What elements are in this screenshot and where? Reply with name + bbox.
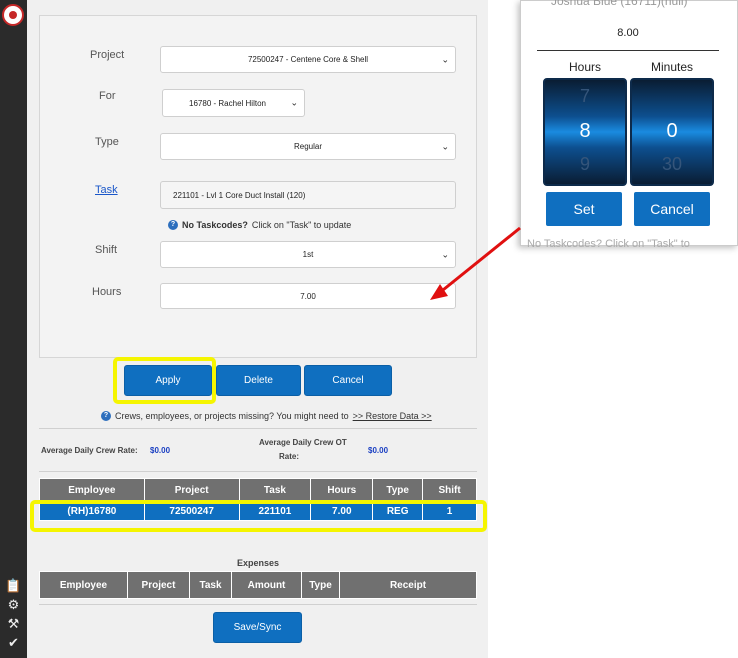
app-logo-icon[interactable] [2,4,24,26]
question-icon: ? [168,220,178,230]
picker-value: 8.00 [617,27,639,39]
restore-text: Crews, employees, or projects missing? Y… [115,411,349,421]
hours-column-title: Hours [568,60,601,74]
exp-col-type: Type [301,571,340,599]
divider [39,471,477,472]
expenses-title: Expenses [237,558,280,568]
avg-ot-rate-label-1: Average Daily Crew OT [259,438,347,447]
row-highlight [30,500,487,532]
col-hours: Hours [310,478,374,502]
no-taskcodes-text: Click on "Task" to update [251,220,352,230]
save-sync-button[interactable]: Save/Sync [213,612,302,643]
task-field[interactable]: 221101 - Lvl 1 Core Duct Install (120) [160,181,456,209]
minutes-selected: 0 [666,120,678,142]
entry-form: Project 72500247 - Centene Core & Shell … [39,15,477,358]
background-employee-text: Joshua Blue (16711)(null) [551,0,688,8]
hours-value: 7.00 [300,291,316,301]
time-picker-popup: Joshua Blue (16711)(null) 8.00 Hours Min… [520,0,738,250]
expenses-table: Employee Project Task Amount Type Receip… [39,571,477,599]
gear-icon[interactable]: ⚙ [0,597,27,613]
col-project: Project [143,478,240,502]
timesheet-panel: Project 72500247 - Centene Core & Shell … [27,0,488,658]
type-value: Regular [293,142,322,151]
exp-col-employee: Employee [39,571,128,599]
minutes-next: 30 [661,154,683,174]
hours-next: 9 [579,154,590,174]
col-type: Type [372,478,424,502]
clipboard-icon[interactable]: 📋 [0,578,27,594]
checkmark-icon[interactable]: ✔ [0,635,27,651]
chevron-down-icon: ⌄ [441,249,449,259]
background-hint-text: No Taskcodes? Click on "Task" to [527,238,690,250]
minutes-column-title: Minutes [650,60,694,74]
no-taskcodes-bold: No Taskcodes? [182,220,248,230]
type-label: Type [95,136,119,148]
col-task: Task [238,478,312,502]
avg-ot-rate-value: $0.00 [368,446,389,455]
no-taskcodes-hint: ? No Taskcodes? Click on "Task" to updat… [168,220,351,230]
picker-cancel-button[interactable]: Cancel [634,192,710,226]
task-link[interactable]: Task [95,184,118,196]
exp-col-project: Project [127,571,190,599]
shift-select[interactable]: 1st ⌄ [160,241,456,268]
avg-daily-rate-label: Average Daily Crew Rate: [41,446,138,455]
cancel-button[interactable]: Cancel [304,365,392,396]
hours-selected: 8 [579,120,591,142]
avg-daily-rate-value: $0.00 [150,446,171,455]
picker-underline [537,50,719,51]
exp-col-receipt: Receipt [339,571,477,599]
hours-input[interactable]: 7.00 [160,283,456,309]
shift-label: Shift [95,244,118,256]
left-toolbar: 📋 ⚙ ⚒ ✔ [0,0,27,658]
minutes-wheel[interactable]: 0 30 [630,78,714,186]
col-shift: Shift [422,478,477,502]
chevron-down-icon: ⌄ [290,97,298,108]
project-select[interactable]: 72500247 - Centene Core & Shell ⌄ [160,46,456,73]
tools-icon[interactable]: ⚒ [0,616,27,632]
chevron-down-icon: ⌄ [441,54,449,64]
project-label: Project [90,49,125,61]
apply-button[interactable]: Apply [124,365,212,396]
hours-prev: 7 [579,86,590,106]
delete-button[interactable]: Delete [216,365,301,396]
task-value: 221101 - Lvl 1 Core Duct Install (120) [173,190,306,200]
for-select[interactable]: 16780 - Rachel Hilton ⌄ [162,89,305,117]
for-value: 16780 - Rachel Hilton [189,98,266,108]
avg-ot-rate-label-2: Rate: [279,452,300,461]
divider [39,428,477,429]
hours-label: Hours [92,286,122,298]
for-label: For [99,90,116,102]
exp-col-amount: Amount [231,571,302,599]
type-select[interactable]: Regular ⌄ [160,133,456,160]
restore-data-link[interactable]: >> Restore Data >> [353,411,432,421]
divider [39,604,477,605]
question-icon: ? [101,411,111,421]
exp-col-task: Task [189,571,232,599]
chevron-down-icon: ⌄ [441,141,449,151]
shift-value: 1st [302,250,314,259]
hours-wheel[interactable]: 7 8 9 [543,78,627,186]
project-value: 72500247 - Centene Core & Shell [247,55,369,64]
picker-set-button[interactable]: Set [546,192,622,226]
col-employee: Employee [39,478,145,502]
restore-hint: ? Crews, employees, or projects missing?… [101,411,432,421]
